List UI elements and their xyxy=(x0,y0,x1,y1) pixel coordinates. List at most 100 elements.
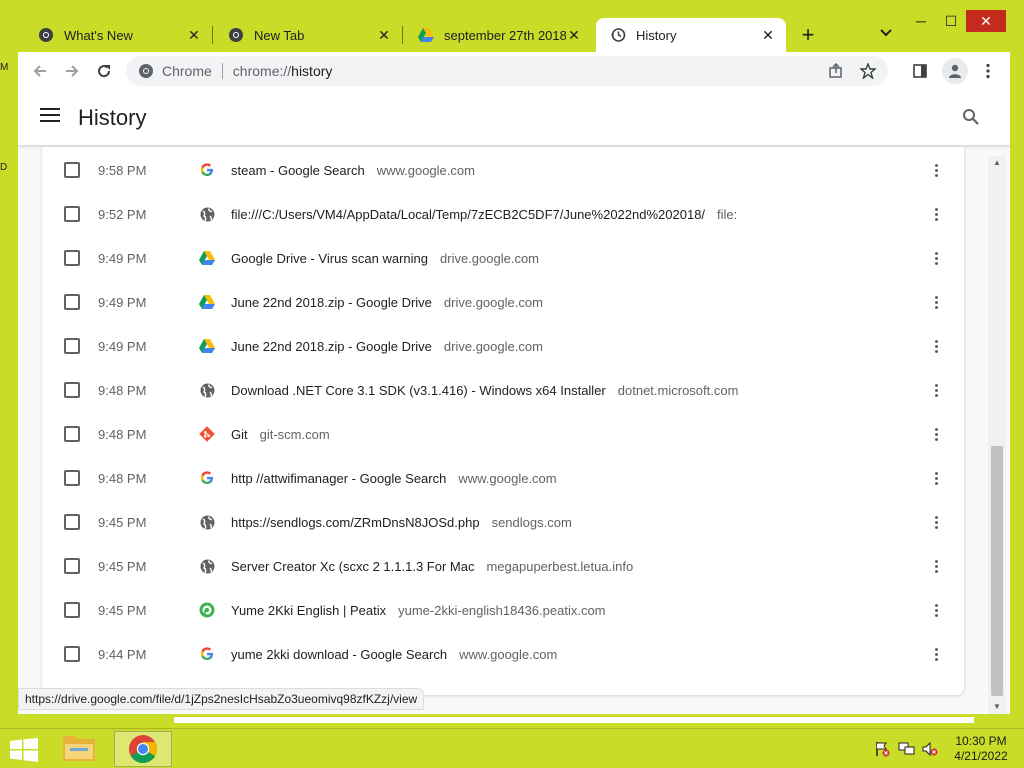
taskbar-file-explorer[interactable] xyxy=(50,731,108,767)
row-title-link[interactable]: Server Creator Xc (scxc 2 1.1.1.3 For Ma… xyxy=(231,559,633,574)
share-icon[interactable] xyxy=(824,59,848,83)
window-close-button[interactable]: ✕ xyxy=(966,10,1006,32)
search-icon[interactable] xyxy=(962,108,982,128)
row-title: http //attwifimanager - Google Search xyxy=(231,470,447,486)
page-scrollbar[interactable]: ▲ ▼ xyxy=(988,156,1006,714)
row-more-actions-icon[interactable] xyxy=(924,598,948,622)
row-checkbox[interactable] xyxy=(64,382,80,398)
side-panel-icon[interactable] xyxy=(908,59,932,83)
history-row[interactable]: 9:44 PM yume 2kki download - Google Searc… xyxy=(42,632,964,676)
windows-start-icon[interactable] xyxy=(10,738,38,762)
history-row[interactable]: 9:48 PM Download .NET Core 3.1 SDK (v3.1.… xyxy=(42,368,964,412)
row-title-link[interactable]: Google Drive - Virus scan warning drive.g… xyxy=(231,251,539,266)
row-title: file:///C:/Users/VM4/AppData/Local/Temp/… xyxy=(231,206,706,222)
back-arrow-icon[interactable] xyxy=(28,59,52,83)
row-title-link[interactable]: steam - Google Search www.google.com xyxy=(231,163,475,178)
profile-avatar[interactable] xyxy=(942,58,968,84)
history-row[interactable]: 9:49 PM June 22nd 2018.zip - Google Drive… xyxy=(42,324,964,368)
row-title: Git xyxy=(231,426,248,442)
row-time: 9:48 PM xyxy=(98,426,147,442)
hamburger-menu-icon[interactable] xyxy=(40,108,60,126)
action-center-flag-icon[interactable] xyxy=(874,741,890,757)
tab-new-tab[interactable]: New Tab ✕ xyxy=(204,18,403,52)
google-drive-icon xyxy=(199,338,215,354)
row-more-actions-icon[interactable] xyxy=(924,510,948,534)
row-more-actions-icon[interactable] xyxy=(924,466,948,490)
row-more-actions-icon[interactable] xyxy=(924,202,948,226)
window-maximize-button[interactable]: ☐ xyxy=(936,10,966,32)
horizontal-scrollbar[interactable] xyxy=(174,717,974,723)
row-title-link[interactable]: https://sendlogs.com/ZRmDnsN8JOSd.php sen… xyxy=(231,515,572,530)
tab-september-zip[interactable]: september 27th 2018.z ✕ xyxy=(394,18,592,52)
row-more-actions-icon[interactable] xyxy=(924,422,948,446)
row-title-link[interactable]: Git git-scm.com xyxy=(231,427,330,442)
more-menu-icon[interactable] xyxy=(976,59,1000,83)
history-row[interactable]: 9:48 PM http //attwifimanager - Google Se… xyxy=(42,456,964,500)
history-row[interactable]: 9:45 PM Yume 2Kki English | Peatix yume-2k… xyxy=(42,588,964,632)
history-row[interactable]: 9:58 PM steam - Google Search www.google.c… xyxy=(42,148,964,192)
row-checkbox[interactable] xyxy=(64,162,80,178)
scroll-thumb[interactable] xyxy=(991,446,1003,696)
row-checkbox[interactable] xyxy=(64,470,80,486)
row-checkbox[interactable] xyxy=(64,558,80,574)
taskbar-chrome[interactable] xyxy=(114,731,172,767)
tab-history[interactable]: History ✕ xyxy=(596,18,786,52)
tab-whats-new[interactable]: What's New ✕ xyxy=(14,18,213,52)
row-title-link[interactable]: Yume 2Kki English | Peatix yume-2kki-engl… xyxy=(231,603,606,618)
row-domain: file: xyxy=(717,206,738,222)
row-more-actions-icon[interactable] xyxy=(924,290,948,314)
scroll-down-arrow-icon[interactable]: ▼ xyxy=(988,700,1006,714)
row-more-actions-icon[interactable] xyxy=(924,334,948,358)
row-title-link[interactable]: file:///C:/Users/VM4/AppData/Local/Temp/… xyxy=(231,207,737,222)
google-drive-icon xyxy=(418,27,434,43)
row-more-actions-icon[interactable] xyxy=(924,158,948,182)
row-more-actions-icon[interactable] xyxy=(924,246,948,270)
history-row[interactable]: 9:49 PM June 22nd 2018.zip - Google Drive… xyxy=(42,280,964,324)
row-title-link[interactable]: http //attwifimanager - Google Search www… xyxy=(231,471,557,486)
row-domain: www.google.com xyxy=(376,162,475,178)
history-row[interactable]: 9:49 PM Google Drive - Virus scan warning… xyxy=(42,236,964,280)
google-icon xyxy=(199,162,215,178)
tab-close-icon[interactable]: ✕ xyxy=(760,27,776,43)
row-domain: sendlogs.com xyxy=(491,514,572,530)
address-bar[interactable]: Chrome chrome://history xyxy=(126,56,888,86)
network-icon[interactable] xyxy=(898,741,915,757)
window-minimize-button[interactable]: ─ xyxy=(906,10,936,32)
history-row[interactable]: 9:52 PM file:///C:/Users/VM4/AppData/Loca… xyxy=(42,192,964,236)
row-checkbox[interactable] xyxy=(64,514,80,530)
row-more-actions-icon[interactable] xyxy=(924,378,948,402)
row-checkbox[interactable] xyxy=(64,646,80,662)
tab-close-icon[interactable]: ✕ xyxy=(186,27,202,43)
row-checkbox[interactable] xyxy=(64,426,80,442)
history-row[interactable]: 9:45 PM Server Creator Xc (scxc 2 1.1.1.3… xyxy=(42,544,964,588)
git-icon xyxy=(199,426,215,442)
row-time: 9:49 PM xyxy=(98,338,147,354)
scroll-up-arrow-icon[interactable]: ▲ xyxy=(988,156,1006,170)
row-title-link[interactable]: Download .NET Core 3.1 SDK (v3.1.416) - … xyxy=(231,383,738,398)
row-checkbox[interactable] xyxy=(64,338,80,354)
volume-muted-icon[interactable] xyxy=(922,741,938,757)
row-checkbox[interactable] xyxy=(64,250,80,266)
site-chip[interactable]: Chrome xyxy=(162,63,223,79)
row-domain: drive.google.com xyxy=(443,338,543,354)
row-checkbox[interactable] xyxy=(64,294,80,310)
forward-arrow-icon[interactable] xyxy=(60,59,84,83)
url-text[interactable]: chrome://history xyxy=(233,63,824,79)
history-row[interactable]: 9:45 PM https://sendlogs.com/ZRmDnsN8JOSd… xyxy=(42,500,964,544)
new-tab-button[interactable]: + xyxy=(796,24,820,48)
row-title-link[interactable]: June 22nd 2018.zip - Google Drive drive.g… xyxy=(231,339,543,354)
row-title-link[interactable]: yume 2kki download - Google Search www.go… xyxy=(231,647,557,662)
tab-close-icon[interactable]: ✕ xyxy=(566,27,582,43)
history-row[interactable]: 9:48 PM Git git-scm.com xyxy=(42,412,964,456)
row-checkbox[interactable] xyxy=(64,602,80,618)
row-more-actions-icon[interactable] xyxy=(924,554,948,578)
row-time: 9:44 PM xyxy=(98,646,147,662)
tab-close-icon[interactable]: ✕ xyxy=(376,27,392,43)
tab-search-chevron-icon[interactable] xyxy=(876,26,896,46)
row-title-link[interactable]: June 22nd 2018.zip - Google Drive drive.g… xyxy=(231,295,543,310)
reload-icon[interactable] xyxy=(92,59,116,83)
row-more-actions-icon[interactable] xyxy=(924,642,948,666)
system-clock[interactable]: 10:30 PM 4/21/2022 xyxy=(944,734,1018,764)
row-checkbox[interactable] xyxy=(64,206,80,222)
bookmark-star-icon[interactable] xyxy=(856,59,880,83)
